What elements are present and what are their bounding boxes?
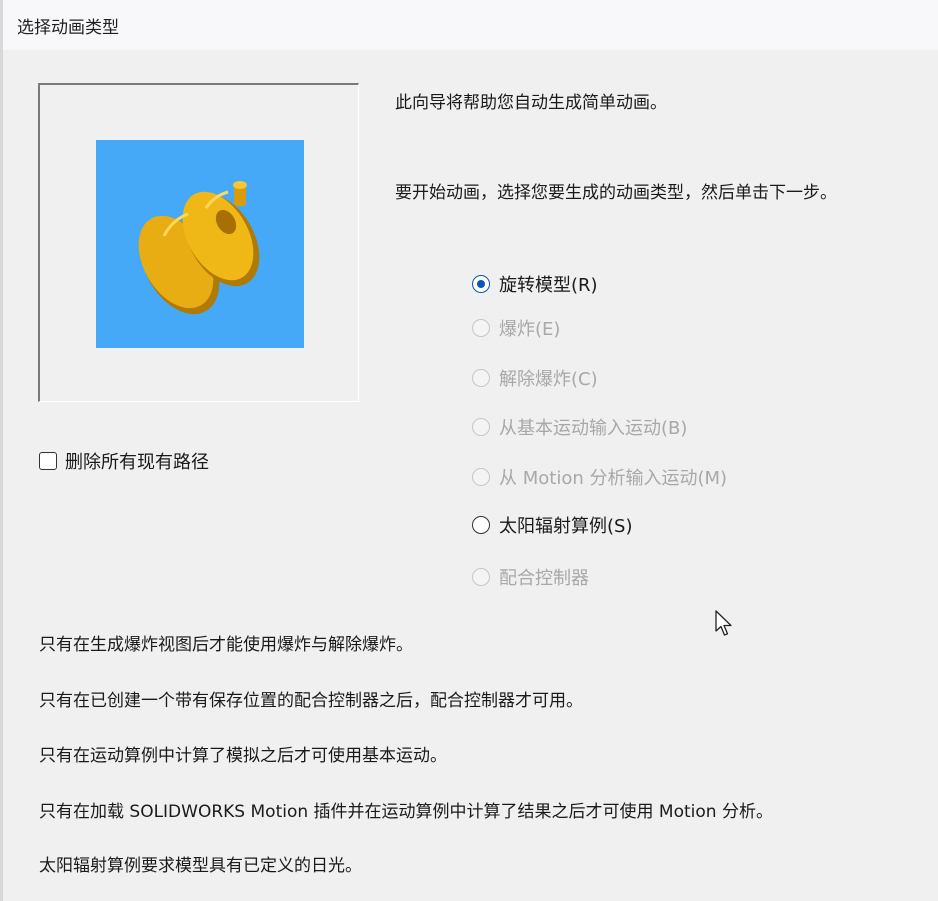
note-solar-study: 太阳辐射算例要求模型具有已定义的日光。 [39, 856, 362, 876]
delete-paths-checkbox-row[interactable]: 删除所有现有路径 [39, 448, 209, 474]
radio-button[interactable] [472, 516, 490, 534]
mouse-cursor-icon [715, 610, 732, 636]
radio-button[interactable] [472, 568, 490, 586]
radio-label: 解除爆炸(C) [499, 369, 598, 390]
note-explode: 只有在生成爆炸视图后才能使用爆炸与解除爆炸。 [39, 635, 413, 655]
intro-text-1: 此向导将帮助您自动生成简单动画。 [395, 93, 667, 113]
radio-label: 旋转模型(R) [499, 275, 598, 296]
note-basic-motion: 只有在运动算例中计算了模拟之后才可使用基本运动。 [39, 746, 447, 766]
radio-collapse[interactable]: 解除爆炸(C) [472, 365, 598, 391]
preview-image [96, 140, 304, 348]
radio-label: 太阳辐射算例(S) [499, 516, 633, 537]
radio-label: 从 Motion 分析输入运动(M) [499, 468, 728, 489]
preview-frame [38, 83, 359, 402]
title-bar[interactable]: 选择动画类型 [3, 0, 938, 50]
radio-button[interactable] [472, 319, 490, 337]
radio-button[interactable] [472, 275, 490, 293]
radio-label: 配合控制器 [499, 568, 589, 589]
animation-wizard-dialog: 选择动画类型 此向导将帮助您自动生成简单动画。 要开始动画，选择您要生成的动画类… [0, 0, 938, 901]
gear-part-icon [138, 181, 260, 315]
radio-mate-controller[interactable]: 配合控制器 [472, 564, 589, 590]
radio-basic-motion[interactable]: 从基本运动输入运动(B) [472, 414, 687, 440]
note-motion-analysis: 只有在加载 SOLIDWORKS Motion 插件并在运动算例中计算了结果之后… [39, 802, 773, 822]
radio-button[interactable] [472, 418, 490, 436]
radio-motion-analysis[interactable]: 从 Motion 分析输入运动(M) [472, 464, 727, 490]
radio-solar-study[interactable]: 太阳辐射算例(S) [472, 512, 632, 538]
note-mate-controller: 只有在已创建一个带有保存位置的配合控制器之后，配合控制器才可用。 [39, 691, 583, 711]
radio-rotate-model[interactable]: 旋转模型(R) [472, 271, 598, 297]
radio-button[interactable] [472, 468, 490, 486]
delete-paths-checkbox[interactable] [39, 452, 57, 470]
checkbox-label: 删除所有现有路径 [65, 452, 209, 473]
radio-button[interactable] [472, 369, 490, 387]
dialog-title: 选择动画类型 [17, 18, 119, 38]
radio-explode[interactable]: 爆炸(E) [472, 315, 560, 341]
radio-label: 从基本运动输入运动(B) [499, 418, 688, 439]
intro-text-2: 要开始动画，选择您要生成的动画类型，然后单击下一步。 [395, 183, 837, 203]
radio-label: 爆炸(E) [499, 319, 561, 340]
